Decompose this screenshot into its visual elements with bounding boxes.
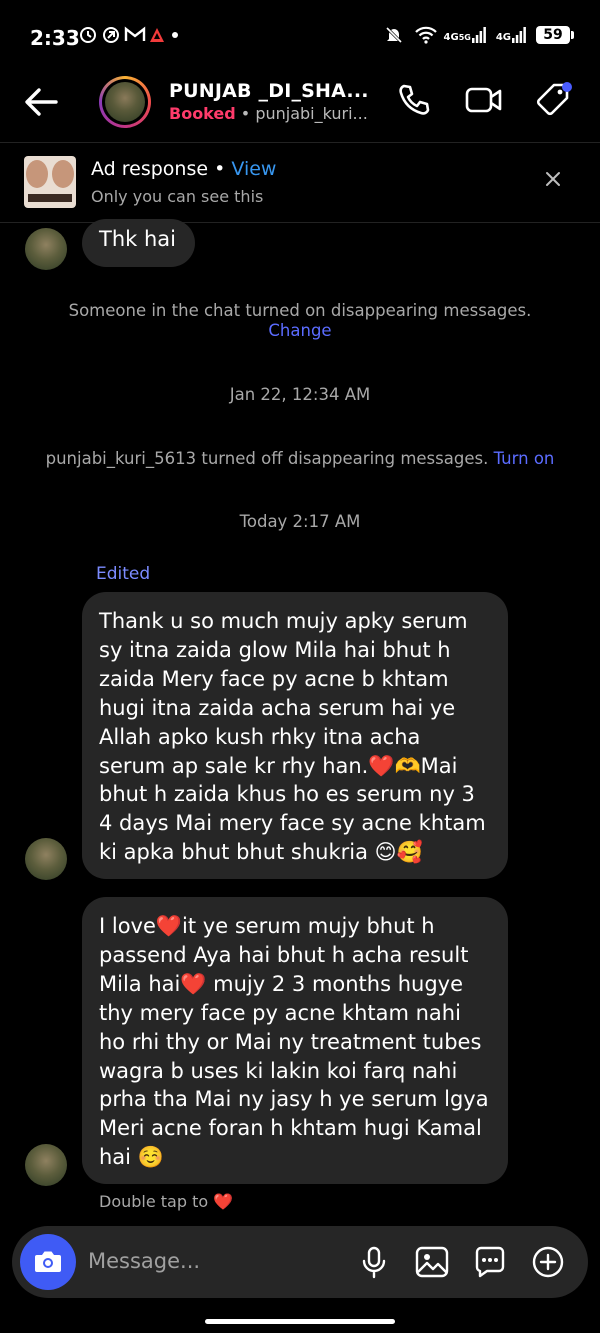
microphone-icon (362, 1246, 386, 1279)
contact-subtitle: Booked • punjabi_kuri... (169, 104, 368, 123)
video-call-button[interactable] (464, 80, 504, 120)
disappearing-off-notice: punjabi_kuri_5613 turned off disappearin… (45, 449, 555, 468)
status-time: 2:33 (30, 26, 80, 50)
contact-avatar[interactable] (99, 76, 151, 128)
message-bubble[interactable]: Thk hai (82, 219, 195, 267)
message-composer (12, 1226, 588, 1298)
battery-indicator: 59 (536, 26, 574, 44)
message-bubble[interactable]: I love❤️it ye serum mujy bhut h passend … (82, 897, 508, 1184)
camera-button[interactable] (20, 1234, 76, 1290)
contact-name[interactable]: PUNJAB _DI_SHA... (169, 80, 369, 102)
microphone-button[interactable] (354, 1242, 394, 1282)
ad-close-button[interactable] (542, 168, 564, 190)
gallery-icon (415, 1246, 449, 1278)
turn-on-link[interactable]: Turn on (494, 449, 555, 468)
wifi-icon (414, 25, 437, 45)
ad-response-bar[interactable]: Ad response • View Only you can see this (0, 142, 600, 223)
signal-1: 4G5G (444, 27, 486, 43)
status-notification-icons (78, 25, 190, 45)
sender-avatar[interactable] (25, 1144, 67, 1186)
nav-icon (101, 25, 121, 45)
home-indicator[interactable] (205, 1319, 395, 1324)
sender-avatar[interactable] (25, 228, 67, 270)
signal-1-label: 4G5G (443, 32, 471, 43)
sync-icon (78, 25, 98, 45)
ad-view-link[interactable]: View (231, 158, 276, 180)
back-arrow-icon (25, 88, 58, 116)
gmail-icon (124, 25, 146, 45)
notification-dot (562, 82, 572, 92)
phone-icon (399, 84, 430, 115)
signal-2-label: 4G (495, 32, 511, 43)
sender-avatar[interactable] (25, 838, 67, 880)
camera-icon (35, 1251, 61, 1272)
contact-handle: punjabi_kuri... (255, 104, 368, 123)
message-input[interactable] (88, 1245, 338, 1277)
change-link[interactable]: Change (0, 321, 600, 340)
message-text: Thank u so much mujy apky serum sy itna … (99, 609, 486, 865)
message-bubble[interactable]: Thank u so much mujy apky serum sy itna … (82, 592, 508, 879)
sticker-button[interactable] (470, 1242, 510, 1282)
message-text: Thk hai (99, 227, 176, 251)
tag-button[interactable] (534, 80, 574, 120)
video-call-icon (465, 87, 502, 113)
plus-circle-icon (532, 1246, 564, 1278)
gallery-button[interactable] (412, 1242, 452, 1282)
more-options-button[interactable] (528, 1242, 568, 1282)
avatar-image (105, 82, 145, 122)
close-icon (546, 172, 560, 186)
status-system-icons: 4G5G 4G 59 (384, 25, 574, 45)
booked-label: Booked (169, 104, 236, 123)
app-alert-icon (147, 25, 167, 45)
disappearing-on-notice: Someone in the chat turned on disappeari… (68, 301, 532, 320)
edited-label: Edited (96, 564, 151, 584)
audio-call-button[interactable] (394, 80, 434, 120)
sticker-icon (475, 1246, 505, 1278)
double-tap-hint: Double tap to ❤️ (99, 1192, 234, 1211)
timestamp-2: Today 2:17 AM (239, 512, 361, 531)
message-text: I love❤️it ye serum mujy bhut h passend … (99, 914, 489, 1170)
status-bar: 2:33 4G5G 4G 59 (0, 0, 600, 70)
ad-thumbnail (24, 156, 76, 208)
timestamp-1: Jan 22, 12:34 AM (229, 385, 371, 404)
dot-icon (170, 25, 190, 45)
mute-bell-icon (384, 25, 404, 45)
ad-response-subtitle: Only you can see this (91, 187, 264, 206)
back-button[interactable] (20, 80, 64, 124)
signal-2: 4G (496, 27, 526, 43)
ad-response-title: Ad response • View (91, 158, 277, 180)
